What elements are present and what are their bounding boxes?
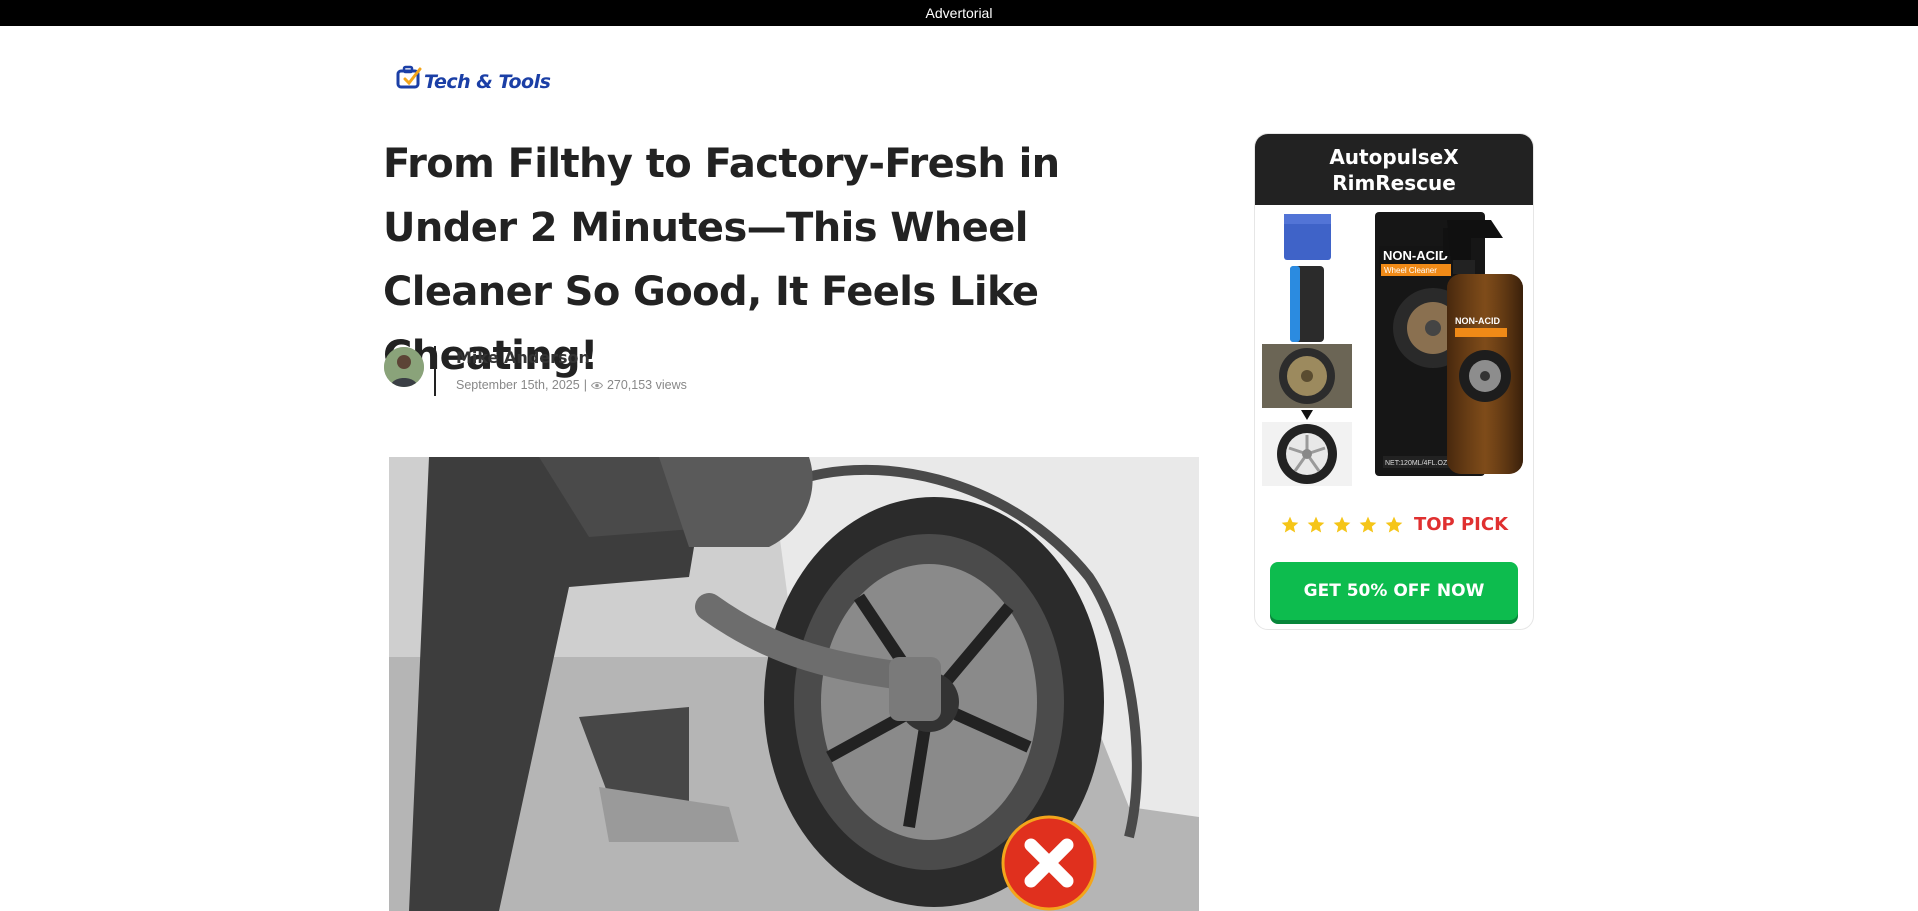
x-mark-icon — [1001, 815, 1097, 911]
rating-row: TOP PICK — [1255, 514, 1533, 535]
product-thumbnails — [1262, 212, 1352, 486]
logo-text: Tech & Tools — [424, 71, 551, 93]
microfiber-towel-thumb — [1284, 214, 1331, 260]
product-name: AutopulseX RimRescue — [1329, 144, 1459, 195]
hero-image — [389, 457, 1199, 911]
product-card-header: AutopulseX RimRescue — [1255, 134, 1533, 205]
product-image: NON-ACID Wheel Cleaner NET:120ML/4FL.OZ … — [1373, 208, 1529, 478]
star-icon — [1359, 516, 1377, 532]
box-label-main: NON-ACID — [1383, 248, 1448, 263]
sponge-applicator-thumb — [1290, 266, 1324, 342]
before-wheel-thumb — [1262, 344, 1352, 408]
eye-icon — [590, 381, 603, 389]
view-count: 270,153 views — [606, 378, 687, 392]
arrow-down-icon — [1301, 410, 1313, 420]
author-name[interactable]: Mike Anderson — [456, 348, 590, 367]
top-pick-badge: TOP PICK — [1413, 514, 1509, 535]
svg-text:NON-ACID: NON-ACID — [1455, 316, 1500, 326]
box-label-sub: Wheel Cleaner — [1384, 266, 1437, 275]
advertorial-label: Advertorial — [925, 5, 993, 21]
author-divider — [434, 346, 436, 396]
after-wheel-thumb — [1262, 422, 1352, 486]
get-discount-button[interactable]: GET 50% OFF NOW — [1270, 562, 1518, 620]
article-meta: September 15th, 2025 | 270,153 views — [456, 378, 687, 392]
star-icon — [1281, 516, 1299, 532]
star-icon — [1385, 516, 1403, 532]
advertorial-bar: Advertorial — [0, 0, 1918, 26]
product-card[interactable]: AutopulseX RimRescue NON-ACID Wheel Clea… — [1254, 133, 1534, 630]
briefcase-check-icon — [396, 65, 422, 89]
publish-date: September 15th, 2025 — [456, 378, 580, 392]
star-icon — [1307, 516, 1325, 532]
author-avatar — [384, 347, 424, 387]
site-logo[interactable]: Tech & Tools — [396, 60, 551, 96]
meta-separator: | — [583, 378, 587, 392]
box-net: NET:120ML/4FL.OZ — [1385, 460, 1448, 467]
star-icon — [1333, 516, 1351, 532]
